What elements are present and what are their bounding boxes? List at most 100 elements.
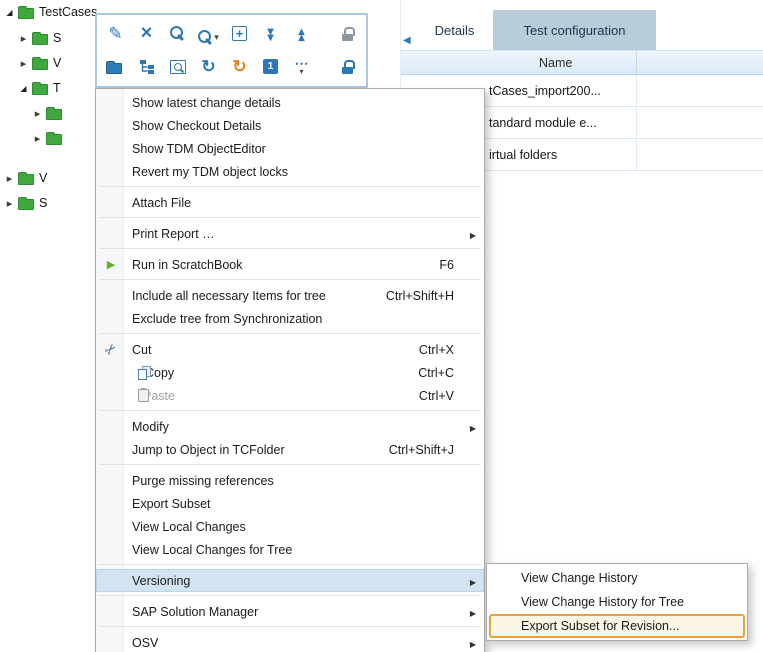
menu-item[interactable]: SAP Solution Manager <box>96 600 484 623</box>
delete-x-icon[interactable] <box>135 22 158 45</box>
double-chevron-down-icon[interactable] <box>259 22 282 45</box>
menu-item[interactable]: Print Report … <box>96 222 484 245</box>
menu-item-label: Copy <box>145 366 418 380</box>
tab-details[interactable]: Details <box>416 10 493 50</box>
more-options-icon[interactable] <box>290 55 313 78</box>
submenu-item-label: View Change History <box>521 571 638 585</box>
menu-item-label: SAP Solution Manager <box>132 605 454 619</box>
menu-item[interactable]: Attach File <box>96 191 484 214</box>
double-chevron-up-icon[interactable] <box>290 22 313 45</box>
menu-item-label: View Local Changes <box>132 520 454 534</box>
tree-expand-icon[interactable] <box>31 107 44 120</box>
tree-expand-icon[interactable] <box>3 197 16 210</box>
menu-item[interactable]: View Local Changes for Tree <box>96 538 484 561</box>
tab-test-configuration[interactable]: Test configuration <box>493 10 656 50</box>
item-one-icon[interactable] <box>259 55 282 78</box>
scissors-icon <box>102 341 120 359</box>
panel-tab-bar: Details Test configuration <box>401 0 763 50</box>
tree-expand-icon[interactable] <box>3 172 16 185</box>
refresh-orange-icon[interactable] <box>228 55 251 78</box>
folder-glyph <box>106 63 122 74</box>
menu-item[interactable]: View Local Changes <box>96 515 484 538</box>
menu-item-label: Include all necessary Items for tree <box>132 289 386 303</box>
tree-item-label: T <box>53 81 61 95</box>
menu-item[interactable]: Run in ScratchBook F6 <box>96 253 484 276</box>
submenu-item[interactable]: View Change History <box>489 566 745 590</box>
column-header-label: Name <box>539 56 572 70</box>
versioning-submenu: View Change History View Change History … <box>486 563 748 641</box>
menu-item-label: Run in ScratchBook <box>132 258 439 272</box>
menu-item-label: Jump to Object in TCFolder <box>132 443 389 457</box>
menu-item[interactable]: Include all necessary Items for tree Ctr… <box>96 284 484 307</box>
menu-item-label: Exclude tree from Synchronization <box>132 312 454 326</box>
menu-item[interactable]: OSV <box>96 631 484 652</box>
folder-icon <box>18 174 34 185</box>
menu-item[interactable]: Modify <box>96 415 484 438</box>
row-name-cell: tandard module e... <box>489 116 597 130</box>
menu-item[interactable]: Cut Ctrl+X <box>96 338 484 361</box>
tree-expand-icon[interactable] <box>17 32 30 45</box>
menu-item[interactable]: Show TDM ObjectEditor <box>96 137 484 160</box>
search-dropdown-icon[interactable] <box>197 22 220 45</box>
tree-item[interactable]: TestCases <box>0 0 97 24</box>
tree-view-glyph <box>139 59 155 75</box>
menu-item-shortcut: Ctrl+Shift+J <box>389 443 454 457</box>
tree-item-label: TestCases <box>39 5 97 19</box>
tree-item[interactable] <box>0 126 67 150</box>
menu-item[interactable]: Copy Ctrl+C <box>96 361 484 384</box>
lock-gray-icon[interactable] <box>336 22 359 45</box>
chevron-up-glyph <box>298 28 304 40</box>
submenu-item[interactable]: View Change History for Tree <box>489 590 745 614</box>
row-name-cell: irtual folders <box>489 148 557 162</box>
play-icon <box>102 256 120 274</box>
menu-item[interactable]: Show latest change details <box>96 91 484 114</box>
tree-item[interactable]: S <box>0 26 61 50</box>
menu-item-label: Purge missing references <box>132 474 454 488</box>
tree-item-label: V <box>39 171 47 185</box>
tree-item[interactable] <box>0 101 67 125</box>
menu-item[interactable]: Revert my TDM object locks <box>96 160 484 183</box>
edit-icon[interactable] <box>104 22 127 45</box>
paste-icon <box>138 389 149 402</box>
context-menu-items: Show latest change details Show Checkout… <box>96 91 484 652</box>
menu-item[interactable]: Exclude tree from Synchronization <box>96 307 484 330</box>
lock-glyph <box>341 27 354 41</box>
menu-item-label: Show latest change details <box>132 96 454 110</box>
tree-item[interactable]: T <box>0 76 61 100</box>
menu-item[interactable]: Versioning <box>96 569 484 592</box>
menu-item[interactable]: Jump to Object in TCFolder Ctrl+Shift+J <box>96 438 484 461</box>
search-icon[interactable] <box>166 22 189 45</box>
search-box-glyph <box>170 60 186 74</box>
tree-item-label: S <box>53 31 61 45</box>
menu-item[interactable]: Show Checkout Details <box>96 114 484 137</box>
row-name-cell: tCases_import200... <box>489 84 601 98</box>
tree-item[interactable]: V <box>0 51 61 75</box>
tree-expand-icon[interactable] <box>17 84 30 93</box>
tree-view-icon[interactable] <box>135 55 158 78</box>
menu-item[interactable]: Export Subset <box>96 492 484 515</box>
one-box-glyph <box>263 59 278 74</box>
tree-item[interactable]: V <box>0 166 47 190</box>
folder-icon <box>32 84 48 95</box>
add-box-icon[interactable] <box>228 22 251 45</box>
tree-item-label: S <box>39 196 47 210</box>
submenu-item[interactable]: Export Subset for Revision... <box>489 614 745 638</box>
refresh-blue-icon[interactable] <box>197 55 220 78</box>
chevron-down-glyph <box>267 28 273 40</box>
search-in-box-icon[interactable] <box>166 55 189 78</box>
column-header-name[interactable]: Name <box>401 50 763 75</box>
collapse-panel-icon[interactable] <box>403 30 411 48</box>
folder-icon <box>46 134 62 145</box>
menu-item[interactable]: Paste Ctrl+V <box>96 384 484 407</box>
tree-expand-icon[interactable] <box>3 8 16 17</box>
menu-item[interactable]: Purge missing references <box>96 469 484 492</box>
folder-icon[interactable] <box>104 55 127 78</box>
tree-expand-icon[interactable] <box>17 57 30 70</box>
copy-icon <box>138 366 151 380</box>
tree-item[interactable]: S <box>0 191 47 215</box>
submenu-arrow-icon <box>464 420 476 434</box>
submenu-arrow-icon <box>464 227 476 241</box>
tree-expand-icon[interactable] <box>31 132 44 145</box>
submenu-arrow-icon <box>464 574 476 588</box>
lock-blue-icon[interactable] <box>336 55 359 78</box>
